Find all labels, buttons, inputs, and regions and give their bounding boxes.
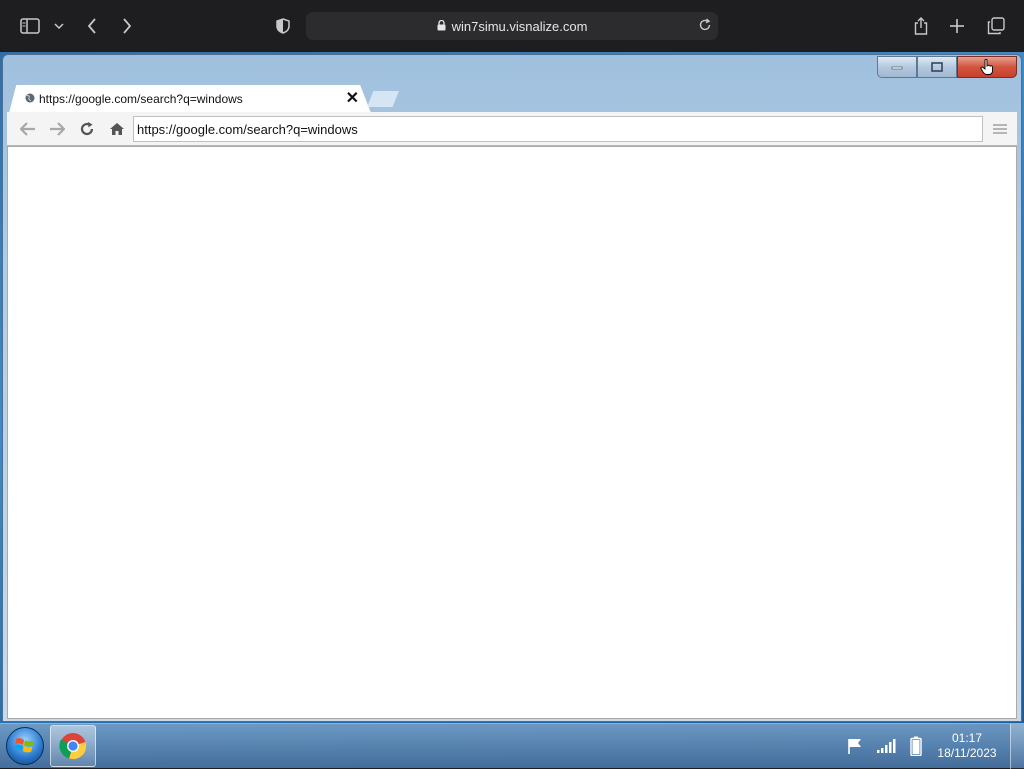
safari-address-bar[interactable]: win7simu.visnalize.com [306, 12, 718, 40]
hamburger-menu-icon[interactable] [989, 119, 1011, 139]
back-icon[interactable] [17, 119, 39, 139]
maximize-button[interactable] [917, 56, 957, 78]
back-icon[interactable] [82, 14, 102, 38]
page-content-area[interactable] [7, 146, 1017, 719]
action-center-flag-icon[interactable] [844, 736, 866, 756]
windows-logo-icon [14, 738, 34, 753]
omnibox-input[interactable] [133, 116, 983, 142]
tab-active[interactable]: https://google.com/search?q=windows ✕ [9, 85, 371, 113]
reload-icon[interactable] [76, 119, 98, 139]
taskbar: 01:17 18/11/2023 [0, 723, 1024, 769]
desktop: https://google.com/search?q=windows ✕ [0, 52, 1024, 768]
tabs-overview-icon[interactable] [985, 14, 1007, 38]
window-caption-buttons [877, 56, 1017, 80]
chevron-down-icon[interactable] [52, 14, 66, 38]
new-tab-button[interactable] [367, 91, 399, 107]
lock-icon [437, 19, 446, 34]
system-clock[interactable]: 01:17 18/11/2023 [932, 731, 1002, 761]
chrome-icon [59, 733, 87, 760]
sidebar-icon[interactable] [18, 14, 42, 38]
battery-icon[interactable] [905, 736, 927, 756]
clock-time: 01:17 [951, 731, 983, 745]
safari-toolbar: win7simu.visnalize.com [0, 0, 1024, 52]
share-icon[interactable] [911, 14, 931, 38]
chrome-window: https://google.com/search?q=windows ✕ [2, 54, 1022, 722]
taskbar-chrome-button[interactable] [50, 725, 96, 767]
tab-close-icon[interactable]: ✕ [346, 91, 359, 107]
tab-title: https://google.com/search?q=windows [39, 92, 243, 106]
forward-icon[interactable] [46, 119, 68, 139]
network-signal-icon[interactable] [875, 736, 897, 756]
forward-icon[interactable] [117, 14, 137, 38]
plus-icon[interactable] [947, 14, 967, 38]
clock-date: 18/11/2023 [937, 746, 997, 760]
safari-url-text: win7simu.visnalize.com [451, 18, 588, 34]
home-icon[interactable] [106, 119, 128, 139]
start-button[interactable] [6, 727, 44, 765]
globe-icon [25, 92, 35, 106]
tab-strip: https://google.com/search?q=windows ✕ [9, 85, 1017, 113]
hand-cursor-icon [980, 59, 993, 75]
privacy-shield-icon[interactable] [273, 14, 293, 38]
show-desktop-button[interactable] [1010, 724, 1024, 769]
reload-icon[interactable] [698, 18, 712, 35]
chrome-toolbar [7, 112, 1017, 146]
close-button[interactable] [957, 56, 1017, 78]
minimize-button[interactable] [877, 56, 917, 78]
